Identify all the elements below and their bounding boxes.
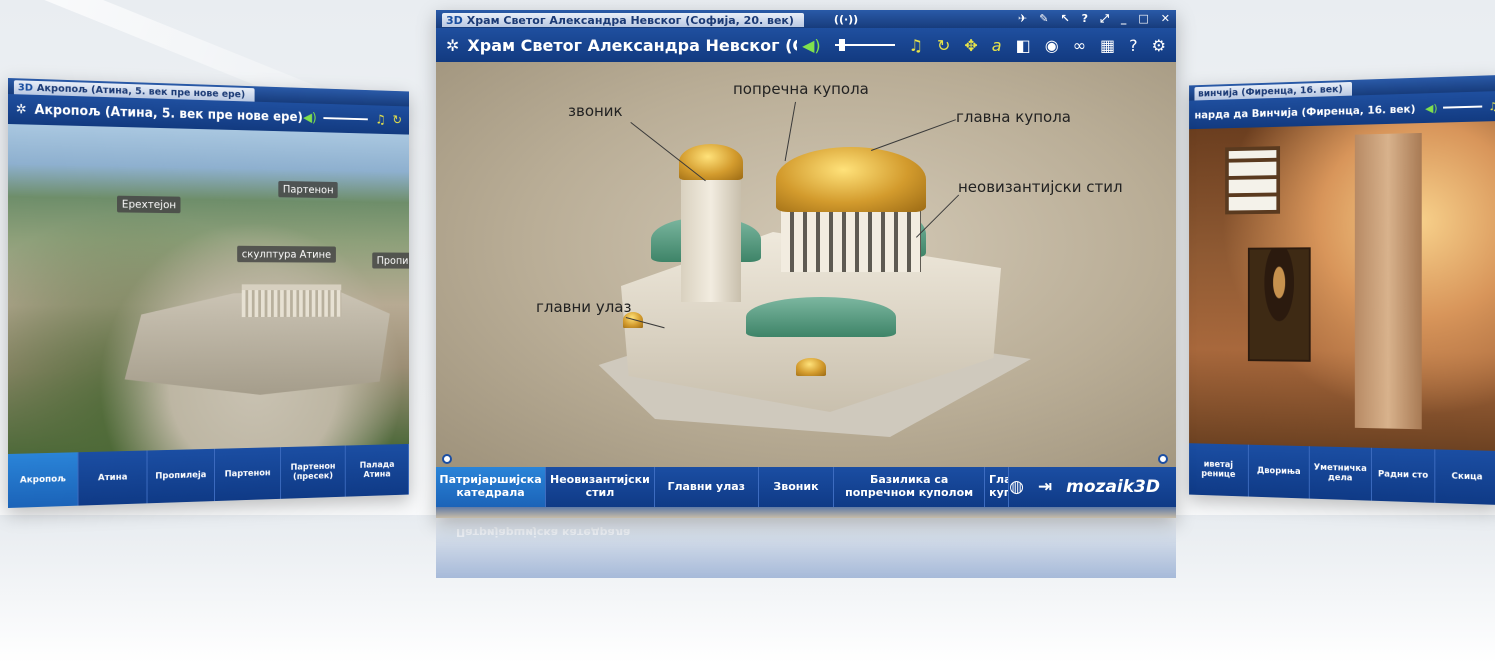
volume-slider[interactable] — [1443, 105, 1483, 109]
center-window-title: Храм Светог Александра Невског (Софија, — [467, 35, 797, 55]
volume-slider-knob[interactable] — [838, 39, 845, 51]
center-toolbar: ✲ Храм Светог Александра Невског (Софија… — [436, 28, 1176, 62]
center-tab-title: Храм Светог Александра Невског (Софија, … — [466, 13, 794, 27]
replay-icon[interactable]: ↻ — [937, 36, 950, 55]
nav-basilica-transverse-dome[interactable]: Базилика са попречном куполом — [834, 467, 986, 507]
move-icon[interactable]: ✥ — [964, 36, 977, 55]
link-icon[interactable]: ∞ — [1073, 36, 1086, 55]
nav-main-dome[interactable]: Гла куп — [985, 467, 1010, 507]
nav-propylaea[interactable]: Пропилеја — [147, 448, 215, 504]
parthenon-model — [241, 284, 342, 318]
label-main-dome[interactable]: главна купола — [956, 108, 1071, 126]
nav-parthenon-section[interactable]: Партенон (пресек) — [281, 445, 346, 499]
split-view-icon[interactable]: ◧ — [1016, 36, 1031, 55]
left-bottom-nav: Акропољ Атина Пропилеја Партенон Партено… — [8, 443, 410, 508]
music-icon[interactable]: ♫ — [375, 112, 385, 126]
label-parthenon[interactable]: Партенон — [278, 180, 338, 199]
label-athena-sculpture[interactable]: скулптура Атине — [237, 245, 336, 263]
wifi-icon: ((·)) — [833, 12, 859, 26]
label-transverse-dome[interactable]: попречна купола — [733, 80, 869, 98]
roof-lower — [746, 297, 896, 337]
camera-icon[interactable]: ◉ — [1045, 36, 1059, 55]
mona-lisa-painting[interactable] — [1247, 247, 1311, 362]
volume-icon[interactable]: ◀) — [1425, 101, 1437, 114]
reflection-text: Патријаршијска катедрала — [456, 526, 631, 539]
nav-courtyard[interactable]: Двориња — [1248, 444, 1310, 499]
replay-icon[interactable]: ↻ — [393, 113, 403, 127]
corner-handle-right[interactable] — [1158, 454, 1168, 464]
brand-logo: mozaik3D — [1066, 477, 1160, 497]
music-icon[interactable]: ♫ — [909, 36, 923, 55]
music-icon[interactable]: ♫ — [1488, 100, 1495, 113]
globe-icon[interactable]: ◍ — [1009, 477, 1024, 497]
workshop-scene — [1189, 121, 1495, 451]
label-main-entrance[interactable]: главни улаз — [536, 298, 631, 316]
app-3d-icon: 3D — [17, 81, 33, 94]
volume-icon[interactable]: ◀) — [802, 36, 821, 55]
pointer-icon[interactable]: ↖ — [1060, 12, 1069, 26]
small-dome-front — [796, 358, 826, 376]
alpha-icon[interactable]: a — [992, 36, 1002, 55]
nav-athens[interactable]: Атина — [78, 450, 148, 506]
restore-icon[interactable]: ⤢ — [1100, 12, 1109, 26]
right-bottom-nav: иветај ренице Двориња Уметничка дела Рад… — [1189, 443, 1495, 505]
pen-icon[interactable]: ✎ — [1039, 12, 1048, 26]
workshop-window — [1225, 146, 1281, 215]
nav-desk[interactable]: Радни сто — [1371, 447, 1436, 503]
nav-acropolis[interactable]: Акропољ — [8, 452, 79, 508]
acropolis-window: 3D Акропољ (Атина, 5. век пре нове ере) … — [8, 78, 410, 508]
nav-reflection — [436, 507, 1176, 518]
nav-right-1[interactable]: иветај ренице — [1189, 443, 1249, 497]
cathedral-scene: звоник попречна купола главна купола нео… — [436, 62, 1176, 467]
nav-artworks[interactable]: Уметничка дела — [1309, 446, 1372, 501]
help-icon[interactable]: ? — [1082, 12, 1088, 26]
stone-pillar — [1354, 132, 1422, 430]
close-icon[interactable]: ✕ — [1161, 12, 1170, 26]
left-window-title: Акропољ (Атина, 5. век пре нове ере) — [34, 102, 303, 125]
acropolis-scene: Ерехтејон Партенон скулптура Атине Пропи — [8, 124, 410, 454]
grid-icon[interactable]: ▦ — [1100, 36, 1115, 55]
nav-pallas-athena[interactable]: Палада Атина — [345, 443, 410, 497]
label-erechtheion[interactable]: Ерехтејон — [117, 195, 181, 214]
gear-icon[interactable]: ⚙ — [1152, 36, 1166, 55]
nav-parthenon[interactable]: Партенон — [214, 447, 282, 502]
cathedral-window: 3D Храм Светог Александра Невског (Софиј… — [436, 10, 1176, 518]
exit-icon[interactable]: ⇥ — [1038, 477, 1052, 497]
nav-sketch[interactable]: Скица — [1435, 449, 1495, 505]
help-icon[interactable]: ? — [1129, 36, 1138, 55]
sparkle-logo-icon: ✲ — [15, 101, 27, 118]
right-window-title: нарда да Винчија (Фиренца, 16. век) — [1194, 102, 1416, 121]
center-window-reflection: Патријаршијска катедрала — [436, 518, 1176, 578]
center-bottom-nav: Патријаршијска катедрала Неовизантијски … — [436, 467, 1176, 507]
center-titlebar: 3D Храм Светог Александра Невског (Софиј… — [436, 10, 1176, 28]
nav-main-entrance[interactable]: Главни улаз — [655, 467, 759, 507]
bell-tower-dome — [679, 144, 743, 180]
nav-patriarchal-cathedral[interactable]: Патријаршијска катедрала — [436, 467, 546, 507]
pin-icon[interactable]: ✈ — [1018, 12, 1027, 26]
label-neobyzantine[interactable]: неовизантијски стил — [958, 178, 1123, 196]
label-propylaea[interactable]: Пропи — [372, 252, 410, 269]
main-dome-drum — [781, 202, 921, 272]
minimize-icon[interactable]: _ — [1121, 12, 1127, 26]
volume-slider[interactable] — [834, 39, 895, 51]
nav-neobyzantine-style[interactable]: Неовизантијски стил — [546, 467, 655, 507]
volume-slider[interactable] — [323, 117, 369, 121]
volume-icon[interactable]: ◀) — [303, 110, 317, 125]
app-3d-icon: 3D — [446, 13, 463, 27]
maximize-icon[interactable]: □ — [1138, 12, 1148, 26]
leonardo-window: винчија (Фиренца, 16. век) нарда да Винч… — [1189, 75, 1495, 505]
main-dome — [776, 147, 926, 212]
bell-tower — [681, 172, 741, 302]
center-window-tab[interactable]: 3D Храм Светог Александра Невског (Софиј… — [442, 13, 804, 27]
corner-handle-left[interactable] — [442, 454, 452, 464]
label-bell-tower[interactable]: звоник — [568, 102, 623, 120]
brand-area: ◍ ⇥ mozaik3D — [1009, 467, 1176, 507]
leader-main-dome — [871, 119, 956, 151]
leader-transverse-dome — [784, 101, 796, 162]
nav-bell-tower[interactable]: Звоник — [759, 467, 835, 507]
sparkle-logo-icon: ✲ — [446, 35, 460, 55]
